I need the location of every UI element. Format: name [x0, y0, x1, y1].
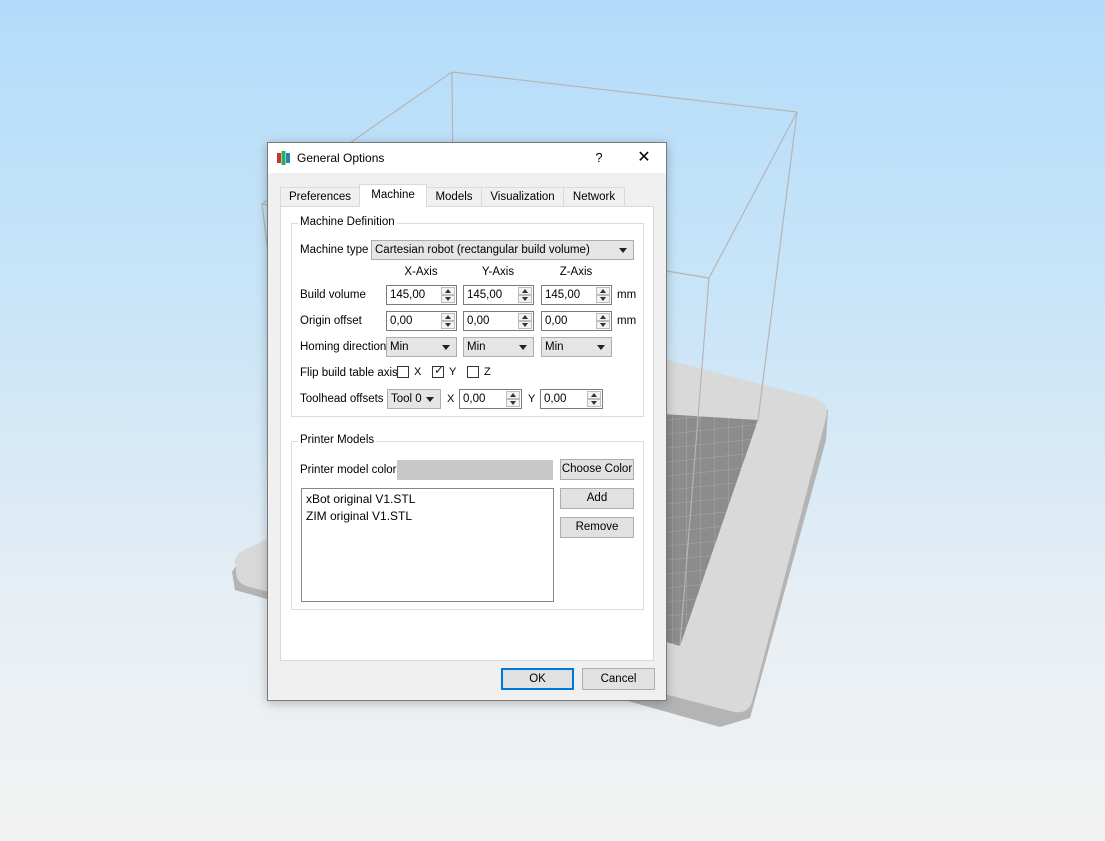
printer-model-color-label: Printer model color	[300, 464, 397, 476]
spin-down-icon[interactable]	[596, 321, 610, 329]
printer-models-list[interactable]: xBot original V1.STL ZIM original V1.STL	[301, 488, 554, 602]
homing-direction-label: Homing direction	[300, 341, 387, 353]
flip-y-checkbox[interactable]: ✓	[432, 363, 445, 378]
chevron-down-icon	[442, 345, 450, 350]
tab-network[interactable]: Network	[563, 187, 625, 206]
list-item[interactable]: xBot original V1.STL	[306, 492, 415, 506]
machine-definition-group: Machine Definition Machine type Cartesia…	[291, 216, 644, 417]
checkmark-icon: ✓	[434, 363, 445, 377]
spin-down-icon[interactable]	[518, 295, 532, 303]
build-volume-label: Build volume	[300, 289, 366, 301]
spin-up-icon[interactable]	[506, 391, 520, 399]
dialog-title: General Options	[297, 151, 385, 165]
flip-z-checkbox[interactable]	[467, 366, 479, 378]
spin-down-icon[interactable]	[441, 295, 455, 303]
cancel-button[interactable]: Cancel	[582, 668, 655, 690]
printer-model-color-swatch	[397, 460, 553, 480]
printer-models-group: Printer Models Printer model color Choos…	[291, 434, 644, 610]
build-volume-y-value: 145,00	[467, 289, 503, 301]
toolhead-y-spinbox[interactable]: 0,00	[540, 389, 603, 409]
title-bar[interactable]: General Options ? ✕	[268, 143, 666, 173]
homing-x-value: Min	[390, 341, 409, 353]
tool-value: Tool 0	[391, 393, 422, 405]
spin-up-icon[interactable]	[441, 313, 455, 321]
spin-down-icon[interactable]	[441, 321, 455, 329]
origin-offset-x-spinbox[interactable]: 0,00	[386, 311, 457, 331]
origin-offset-x-value: 0,00	[390, 315, 413, 327]
close-button[interactable]: ✕	[630, 143, 658, 173]
app-logo-icon	[277, 151, 290, 165]
origin-offset-y-spinbox[interactable]: 0,00	[463, 311, 534, 331]
flip-z-label: Z	[484, 366, 491, 378]
spin-up-icon[interactable]	[587, 391, 601, 399]
tab-preferences[interactable]: Preferences	[280, 187, 360, 206]
spin-down-icon[interactable]	[587, 399, 601, 407]
chevron-down-icon	[597, 345, 605, 350]
origin-offset-z-spinbox[interactable]: 0,00	[541, 311, 612, 331]
spin-up-icon[interactable]	[441, 287, 455, 295]
spin-up-icon[interactable]	[596, 287, 610, 295]
homing-z-value: Min	[545, 341, 564, 353]
spin-down-icon[interactable]	[506, 399, 520, 407]
machine-tab-pane: Machine Definition Machine type Cartesia…	[280, 206, 654, 661]
z-axis-header: Z-Axis	[559, 266, 593, 278]
origin-offset-unit: mm	[617, 315, 637, 327]
ok-button[interactable]: OK	[501, 668, 574, 690]
flip-y-label: Y	[449, 366, 457, 378]
tool-select[interactable]: Tool 0	[387, 389, 441, 409]
homing-y-select[interactable]: Min	[463, 337, 534, 357]
toolhead-x-spinbox[interactable]: 0,00	[459, 389, 522, 409]
homing-z-select[interactable]: Min	[541, 337, 612, 357]
spin-down-icon[interactable]	[596, 295, 610, 303]
x-axis-header: X-Axis	[404, 266, 438, 278]
build-volume-x-value: 145,00	[390, 289, 426, 301]
flip-axis-label: Flip build table axis	[300, 367, 398, 379]
origin-offset-label: Origin offset	[300, 315, 362, 327]
toolhead-y-label: Y	[528, 393, 536, 405]
machine-definition-title: Machine Definition	[298, 216, 397, 228]
origin-offset-y-value: 0,00	[467, 315, 490, 327]
flip-x-label: X	[414, 366, 422, 378]
remove-button[interactable]: Remove	[560, 517, 634, 538]
machine-type-label: Machine type	[300, 244, 369, 256]
toolhead-offsets-label: Toolhead offsets	[300, 393, 384, 405]
toolhead-x-value: 0,00	[463, 393, 486, 405]
general-options-dialog: General Options ? ✕ Preferences Machine …	[267, 142, 667, 701]
machine-type-select[interactable]: Cartesian robot (rectangular build volum…	[371, 240, 634, 260]
choose-color-button[interactable]: Choose Color	[560, 459, 634, 480]
flip-x-checkbox[interactable]	[397, 366, 409, 378]
build-volume-z-value: 145,00	[545, 289, 581, 301]
y-axis-header: Y-Axis	[481, 266, 515, 278]
build-volume-z-spinbox[interactable]: 145,00	[541, 285, 612, 305]
add-button[interactable]: Add	[560, 488, 634, 509]
spin-down-icon[interactable]	[518, 321, 532, 329]
homing-y-value: Min	[467, 341, 486, 353]
tab-visualization[interactable]: Visualization	[481, 187, 564, 206]
homing-x-select[interactable]: Min	[386, 337, 457, 357]
tab-machine[interactable]: Machine	[359, 184, 427, 207]
machine-type-value: Cartesian robot (rectangular build volum…	[375, 244, 590, 256]
spin-up-icon[interactable]	[518, 313, 532, 321]
tab-models[interactable]: Models	[426, 187, 482, 206]
chevron-down-icon	[426, 397, 434, 402]
origin-offset-z-value: 0,00	[545, 315, 568, 327]
spin-up-icon[interactable]	[596, 313, 610, 321]
build-volume-x-spinbox[interactable]: 145,00	[386, 285, 457, 305]
help-button[interactable]: ?	[586, 143, 612, 173]
chevron-down-icon	[619, 248, 627, 253]
toolhead-x-label: X	[447, 393, 455, 405]
chevron-down-icon	[519, 345, 527, 350]
build-volume-y-spinbox[interactable]: 145,00	[463, 285, 534, 305]
spin-up-icon[interactable]	[518, 287, 532, 295]
list-item[interactable]: ZIM original V1.STL	[306, 509, 412, 523]
build-volume-unit: mm	[617, 289, 637, 301]
toolhead-y-value: 0,00	[544, 393, 567, 405]
printer-models-title: Printer Models	[298, 434, 377, 446]
